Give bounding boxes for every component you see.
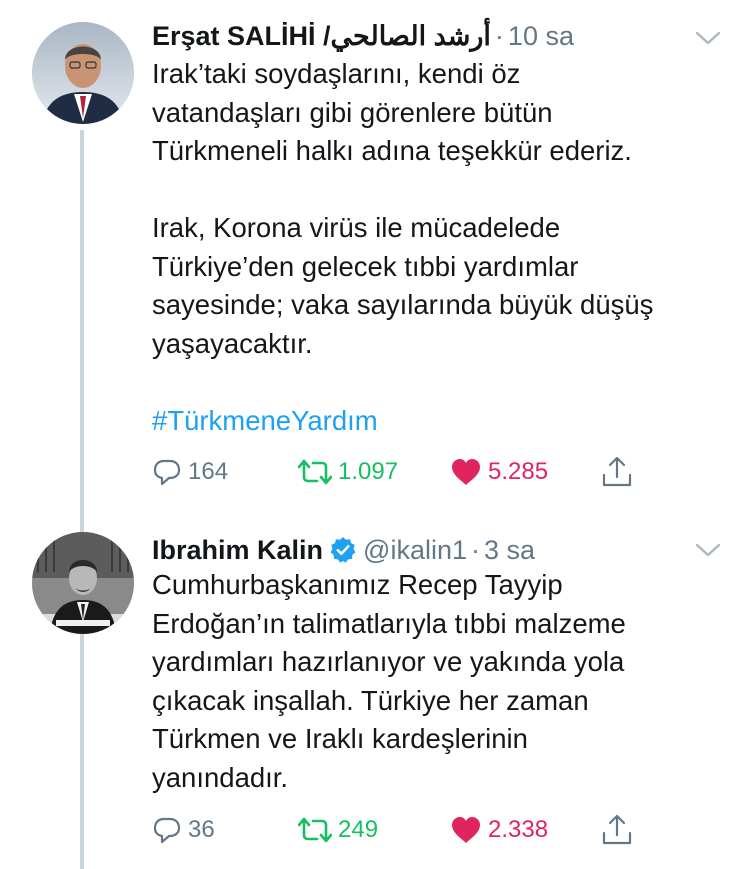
hashtag-link[interactable]: #TürkmeneYardım	[152, 405, 378, 436]
tweet-body: Irak’taki soydaşlarını, kendi öz vatanda…	[152, 58, 654, 359]
like-count: 5.285	[488, 458, 549, 485]
reply-count: 164	[188, 458, 229, 485]
retweet-count: 249	[338, 816, 379, 843]
caret-down-icon[interactable]	[694, 540, 722, 560]
separator-dot: ·	[470, 534, 480, 565]
like-count: 2.338	[488, 816, 549, 843]
display-name[interactable]: Erşat SALİHİ /أرشد الصالحي	[152, 21, 491, 52]
retweet-count: 1.097	[338, 458, 399, 485]
share-icon	[602, 814, 632, 845]
avatar[interactable]	[32, 532, 134, 634]
reply-icon	[153, 459, 181, 486]
tweet-actions: 164 1.097 5.285	[152, 452, 652, 492]
avatar-photo-icon	[32, 532, 134, 634]
tweet-text: Cumhurbaşkanımız Recep Tayyip Erdoğan’ın…	[152, 566, 732, 797]
tweet-header: Ibrahim Kalin @ikalin1 · 3 sa	[152, 530, 535, 570]
avatar[interactable]	[32, 22, 134, 124]
display-name[interactable]: Ibrahim Kalin	[152, 535, 323, 566]
user-handle[interactable]: @ikalin1	[363, 535, 467, 566]
reply-button[interactable]: 164	[152, 452, 228, 492]
like-icon	[452, 459, 480, 485]
reply-icon	[153, 817, 181, 844]
like-icon	[452, 817, 480, 843]
tweet-body: Cumhurbaşkanımız Recep Tayyip Erdoğan’ın…	[152, 569, 626, 793]
reply-count: 36	[188, 816, 215, 843]
like-button[interactable]: 2.338	[450, 810, 548, 850]
timestamp[interactable]: 3 sa	[484, 535, 535, 566]
avatar-photo-icon	[32, 22, 134, 124]
timestamp[interactable]: 10 sa	[508, 21, 574, 52]
like-button[interactable]: 5.285	[450, 452, 548, 492]
separator-dot: ·	[494, 20, 504, 51]
retweet-button[interactable]: 1.097	[298, 452, 398, 492]
reply-button[interactable]: 36	[152, 810, 215, 850]
share-icon	[602, 456, 632, 487]
tweet-text: Irak’taki soydaşlarını, kendi öz vatanda…	[152, 55, 732, 440]
thread-connector-line	[80, 130, 84, 869]
retweet-icon	[298, 459, 332, 485]
tweet-actions: 36 249 2.338	[152, 810, 652, 850]
tweet-header: Erşat SALİHİ /أرشد الصالحي · 10 sa	[152, 16, 574, 56]
verified-badge-icon	[330, 537, 356, 563]
retweet-icon	[298, 817, 332, 843]
caret-down-icon[interactable]	[694, 28, 722, 48]
share-button[interactable]	[600, 452, 634, 492]
retweet-button[interactable]: 249	[298, 810, 378, 850]
share-button[interactable]	[600, 810, 634, 850]
